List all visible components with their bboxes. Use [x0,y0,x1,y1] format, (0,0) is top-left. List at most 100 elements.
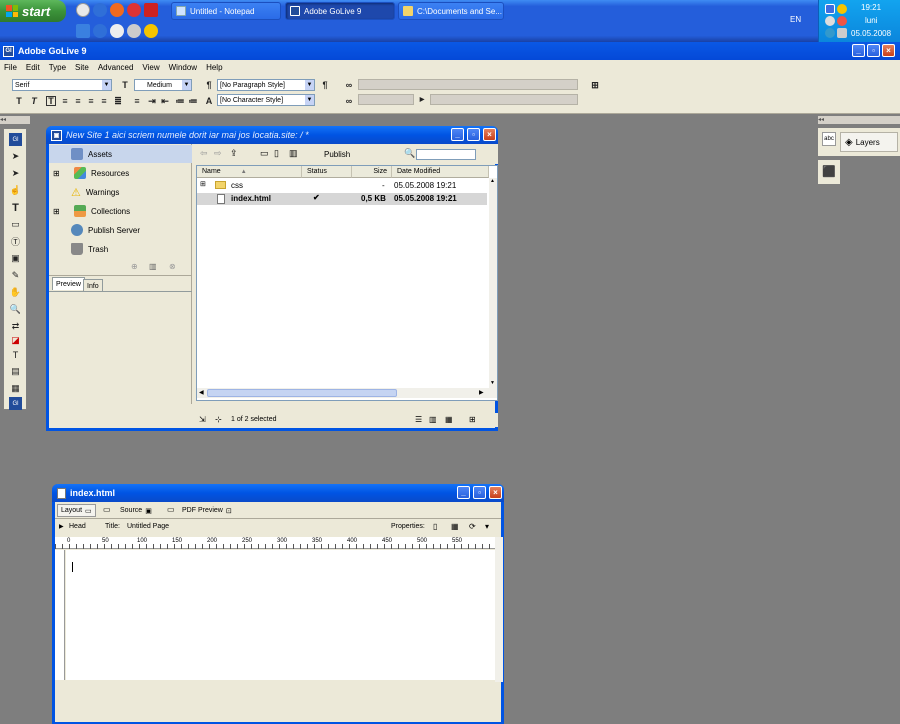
go-up-icon[interactable]: ⇪ [230,148,238,159]
quicklaunch-messenger-icon[interactable] [144,24,158,38]
tab-pdf-preview[interactable]: PDF Preview ⊡ [179,504,235,517]
paragraph-style-select[interactable]: [No Paragraph Style] ▼ [217,79,315,91]
quicklaunch-media-icon[interactable] [127,3,141,17]
start-button[interactable]: start [0,0,66,22]
zoom-icon[interactable]: 🔍 [9,303,22,316]
vertical-scrollbar[interactable]: ▲ ▼ [489,178,497,398]
clock-time[interactable]: 19:21 [861,3,881,12]
site-maximize-button[interactable]: ▫ [467,128,480,141]
list-numbered-icon[interactable]: ≡ [132,96,142,106]
align-left-icon[interactable]: ≡ [60,96,70,106]
status-navigate-icon[interactable]: ⊹ [215,415,222,424]
forward-icon[interactable]: ⇨ [214,148,222,159]
golive-switch-icon[interactable]: Gl [9,397,22,410]
search-input[interactable] [416,149,476,160]
scroll-down-icon[interactable]: ▼ [490,380,495,386]
table-row-selected[interactable]: index.html ✔ 0,5 KB 05.05.2008 19:21 [197,193,487,205]
scroll-left-icon[interactable]: ◀ [199,389,204,396]
table-properties-icon[interactable]: ▦ [451,522,459,531]
spellcheck-icon[interactable]: abc [822,132,836,146]
doc-vertical-scrollbar[interactable] [495,537,503,682]
cube-icon[interactable]: ⬛ [822,165,836,178]
preview-mode-icon[interactable]: ▦ [9,382,22,395]
sidebar-item-assets[interactable]: Assets [49,145,192,163]
rectangle-tool-icon[interactable]: ▭ [9,218,22,231]
hand-icon[interactable]: ✋ [9,286,22,299]
menu-window[interactable]: Window [169,63,197,72]
back-icon[interactable]: ⇦ [200,148,208,159]
link-field[interactable] [358,79,578,90]
expand-icon[interactable]: ⊞ [53,207,63,216]
scrollbar-thumb[interactable] [207,389,397,397]
menu-advanced[interactable]: Advanced [98,63,134,72]
hand-pointer-icon[interactable]: ☝ [9,184,22,197]
task-golive[interactable]: Adobe GoLive 9 [285,2,395,20]
tab-layout[interactable]: Layout ▭ [57,504,96,517]
close-button[interactable]: × [882,44,895,57]
doc-close-button[interactable]: × [489,486,502,499]
column-size[interactable]: Size [352,166,392,178]
indent-icon[interactable]: ⇥ [147,96,157,106]
delete-item-icon[interactable]: ⊗ [169,262,176,271]
menu-type[interactable]: Type [49,63,66,72]
select-arrow-icon[interactable]: ➤ [9,150,22,163]
align-right-icon[interactable]: ≡ [86,96,96,106]
quicklaunch-ie-icon[interactable] [93,3,107,17]
title-field[interactable] [430,94,578,105]
sync-icon[interactable]: ⟳ [469,522,476,531]
font-select[interactable]: Serif ▼ [12,79,112,91]
options-icon[interactable]: ▾ [485,522,489,531]
task-explorer[interactable]: C:\Documents and Se... [398,2,504,20]
list-view-icon[interactable]: ☰ [415,415,422,424]
italic-icon[interactable]: T [29,96,39,106]
site-minimize-button[interactable]: _ [451,128,464,141]
quicklaunch-disc-icon[interactable] [127,24,141,38]
menu-edit[interactable]: Edit [26,63,40,72]
unlink-icon[interactable]: ∞ [344,96,354,106]
column-name[interactable]: Name ▲ [197,166,302,178]
expand-head-icon[interactable]: ▶ [59,523,64,530]
layers-tab[interactable]: ◈ Layers [840,132,898,152]
horizontal-scrollbar[interactable]: ◀ ▶ [197,388,489,398]
menu-help[interactable]: Help [206,63,222,72]
text-mode-icon[interactable]: T [9,348,22,361]
table-row[interactable]: ⊞ css - 05.05.2008 19:21 [197,180,487,192]
chevron-right-icon[interactable]: ▶ [417,94,427,104]
link-icon[interactable]: ∞ [344,80,354,90]
site-close-button[interactable]: × [483,128,496,141]
text-box-icon[interactable]: T [46,96,56,106]
sidebar-item-collections[interactable]: ⊞ Collections [53,203,130,219]
column-view-icon[interactable]: ▥ [429,415,437,424]
quicklaunch-app-icon[interactable] [76,3,90,17]
text-frame-icon[interactable]: Ⓣ [9,235,22,248]
color-fill-icon[interactable]: ◪ [9,334,22,347]
toolbar-options-icon[interactable]: ⊞ [590,80,600,90]
thumbnail-view-icon[interactable]: ⊞ [469,415,476,424]
sidebar-item-publish-server[interactable]: Publish Server [71,222,140,238]
character-style-select[interactable]: [No Character Style] ▼ [217,94,315,106]
column-date[interactable]: Date Modified [392,166,489,178]
sidebar-item-resources[interactable]: ⊞ Resources [53,165,129,181]
quicklaunch-tool-icon[interactable] [144,3,158,17]
new-page-icon[interactable]: ▯ [274,148,279,159]
quicklaunch-settings-icon[interactable] [76,24,90,38]
outdent-icon[interactable]: ⇤ [160,96,170,106]
language-indicator[interactable]: EN [790,15,801,24]
quicklaunch-cd-icon[interactable] [110,24,124,38]
detail-view-icon[interactable]: ▦ [445,415,453,424]
expand-icon[interactable]: ⊞ [200,180,206,188]
scroll-up-icon[interactable]: ▲ [490,178,495,184]
page-canvas[interactable] [66,550,495,680]
update-tray-icon[interactable] [825,16,835,26]
new-folder-icon[interactable]: ▭ [260,148,269,159]
size-select[interactable]: Medium ▼ [134,79,192,91]
list-format-icon[interactable]: ≔ [188,96,198,106]
messenger-tray-icon[interactable] [837,4,847,14]
preview-icon[interactable]: ▭ [167,505,175,514]
doc-minimize-button[interactable]: _ [457,486,470,499]
eyedropper-icon[interactable]: ✎ [9,269,22,282]
sync-tray-icon[interactable] [825,28,835,38]
paragraph-mark-icon[interactable]: ¶ [320,80,330,90]
publish-button[interactable]: Publish [324,150,350,159]
sidebar-item-trash[interactable]: Trash [71,241,108,257]
